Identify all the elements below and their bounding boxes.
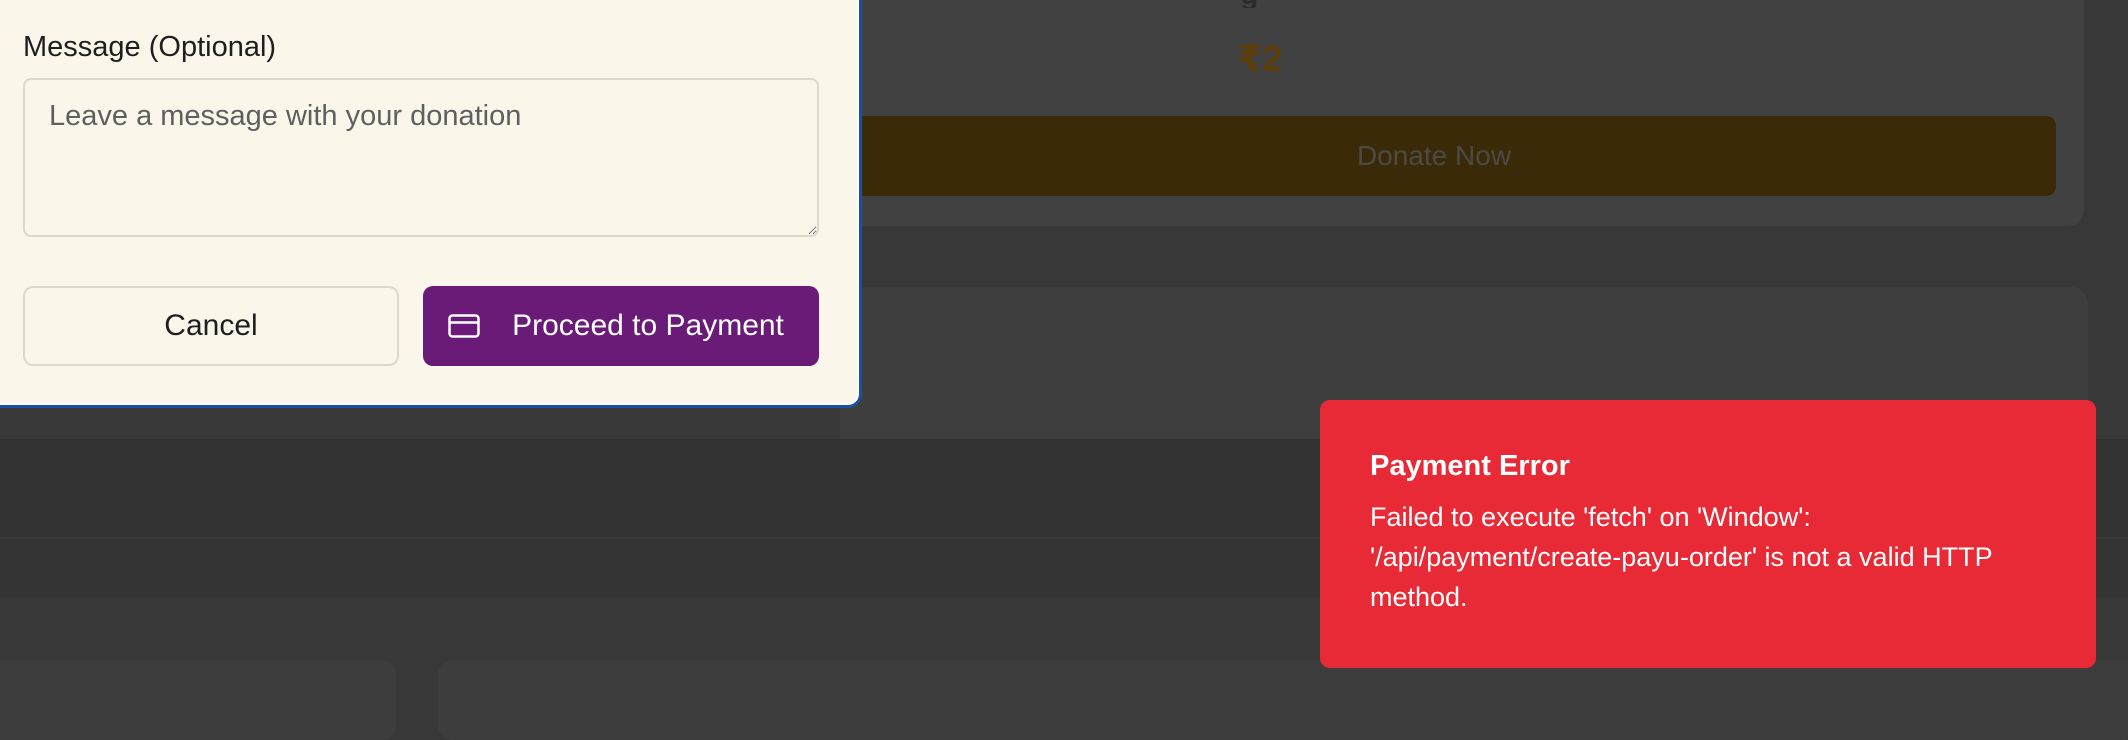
cancel-button[interactable]: Cancel	[23, 286, 399, 366]
message-textarea[interactable]	[23, 78, 819, 237]
message-label: Message (Optional)	[23, 31, 277, 63]
proceed-to-payment-button[interactable]: Proceed to Payment	[423, 286, 819, 366]
toast-message: Failed to execute 'fetch' on 'Window': '…	[1370, 502, 1993, 612]
donate-now-button: Donate Now	[812, 116, 2056, 196]
background-card	[438, 660, 2128, 740]
donation-amount: ₹2	[1237, 38, 1283, 79]
donation-card-heading-fragment: g	[1240, 0, 1280, 8]
credit-card-icon	[448, 314, 480, 338]
error-toast[interactable]: Payment Error Failed to execute 'fetch' …	[1320, 400, 2096, 668]
toast-title: Payment Error	[1370, 450, 1570, 482]
donation-modal: Message (Optional) Cancel Proceed to Pay…	[0, 0, 862, 408]
modal-body: Message (Optional) Cancel Proceed to Pay…	[3, 3, 865, 411]
proceed-to-payment-label: Proceed to Payment	[512, 309, 784, 342]
background-card	[0, 660, 396, 740]
